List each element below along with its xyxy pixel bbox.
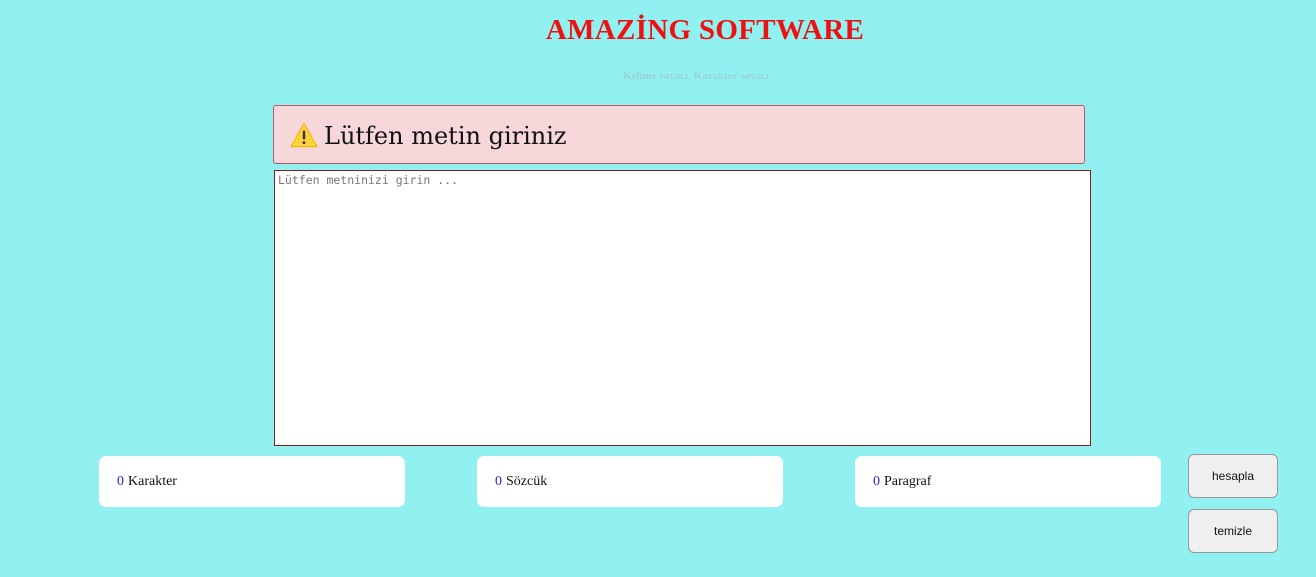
character-count-card: 0 Karakter	[99, 456, 405, 507]
character-count-label: Karakter	[128, 473, 177, 489]
paragraph-count-label: Paragraf	[884, 473, 932, 489]
word-count-card: 0 Sözcük	[477, 456, 783, 507]
text-input-area[interactable]	[274, 170, 1091, 446]
calculate-button[interactable]: hesapla	[1188, 454, 1278, 498]
character-count-value: 0	[117, 473, 124, 489]
warning-icon	[290, 122, 318, 148]
clear-button[interactable]: temizle	[1188, 509, 1278, 553]
page-subtitle: Kelime sayacı, Karakter sayacı	[623, 70, 769, 82]
page-title: AMAZİNG SOFTWARE	[545, 14, 865, 46]
word-count-value: 0	[495, 473, 502, 489]
paragraph-count-card: 0 Paragraf	[855, 456, 1161, 507]
alert-message: Lütfen metin giriniz	[324, 121, 567, 150]
warning-alert: Lütfen metin giriniz	[273, 105, 1085, 164]
word-count-label: Sözcük	[506, 473, 548, 489]
paragraph-count-value: 0	[873, 473, 880, 489]
